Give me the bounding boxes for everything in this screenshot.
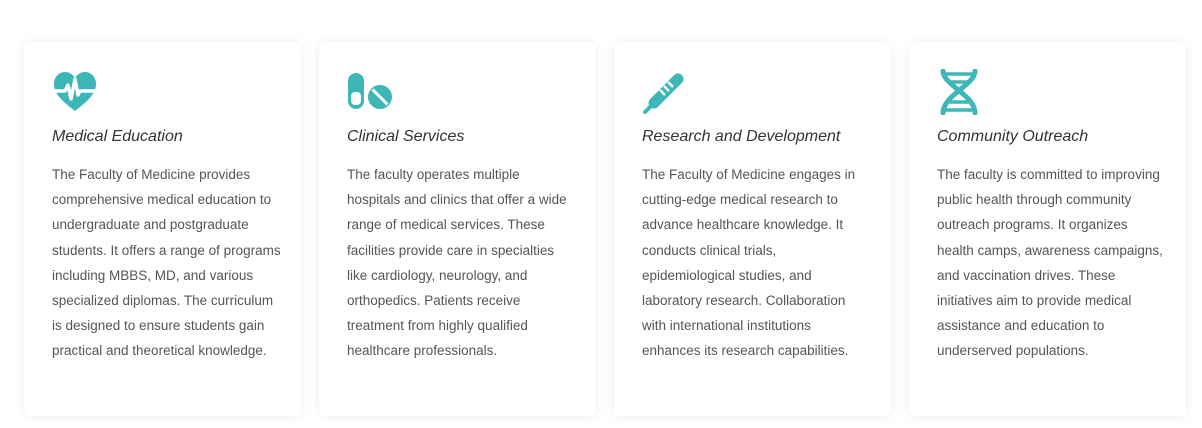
card-title: Medical Education xyxy=(52,128,183,145)
card-description: The Faculty of Medicine provides compreh… xyxy=(52,167,281,359)
card-description: The faculty operates multiple hospitals … xyxy=(347,167,567,359)
card-description: The faculty is committed to improving pu… xyxy=(937,167,1163,359)
card-clinical-services: Clinical Services The faculty operates m… xyxy=(319,42,596,416)
feature-cards: Medical Education The Faculty of Medicin… xyxy=(24,42,1186,416)
card-title: Research and Development xyxy=(642,128,841,145)
dna-icon xyxy=(937,69,983,115)
heart-pulse-icon xyxy=(52,69,98,115)
card-title: Clinical Services xyxy=(347,128,465,145)
card-title: Community Outreach xyxy=(937,128,1089,145)
card-description: The Faculty of Medicine engages in cutti… xyxy=(642,167,856,359)
card-medical-education: Medical Education The Faculty of Medicin… xyxy=(24,42,301,416)
card-research-and-development: Research and Development The Faculty of … xyxy=(614,42,891,416)
thermometer-icon xyxy=(642,69,688,115)
card-community-outreach: Community Outreach The faculty is commit… xyxy=(909,42,1186,416)
pills-icon xyxy=(347,69,393,115)
